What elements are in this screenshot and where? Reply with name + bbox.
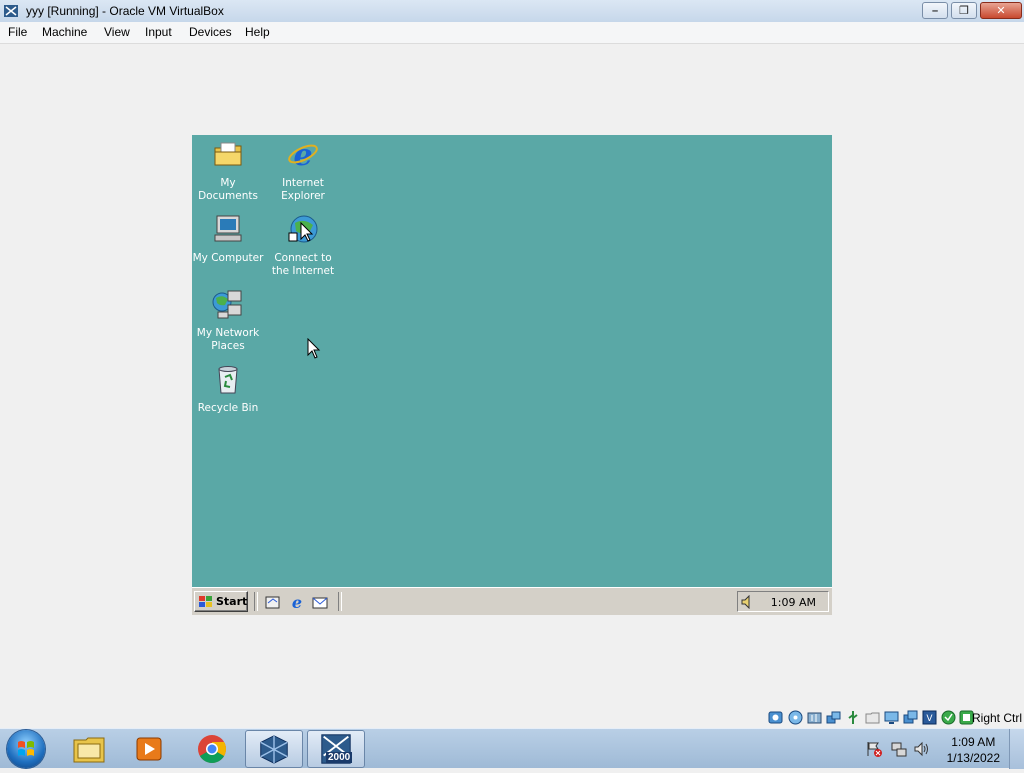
hard-disk-icon[interactable]: [768, 710, 783, 725]
menu-input[interactable]: Input: [145, 25, 172, 39]
chrome-icon: [198, 735, 226, 763]
menu-view[interactable]: View: [104, 25, 130, 39]
guest-screen[interactable]: My Documents e Internet Explorer My Comp…: [192, 135, 832, 615]
guest-clock[interactable]: 1:09 AM: [771, 596, 816, 609]
desktop-icon-connect-internet[interactable]: Connect to the Internet: [266, 213, 340, 278]
menu-bar: File Machine View Input Devices Help: [0, 22, 1024, 44]
desktop-icon-label: My Network Places: [196, 327, 260, 352]
taskbar-separator: [338, 592, 342, 611]
host-clock[interactable]: 1:09 AM 1/13/2022: [947, 734, 1000, 766]
windows-logo-icon: [18, 741, 34, 756]
cpu-icon[interactable]: V: [922, 710, 937, 725]
taskbar-media-player-button[interactable]: [120, 730, 178, 768]
guest-system-tray: 1:09 AM: [737, 591, 829, 612]
network-icon[interactable]: [826, 710, 841, 725]
guest-taskbar: Start e 1:09 AM: [192, 587, 832, 615]
menu-machine[interactable]: Machine: [42, 25, 87, 39]
display-icon[interactable]: [884, 710, 899, 725]
desktop-icon-recycle-bin[interactable]: Recycle Bin: [192, 363, 265, 415]
recycle-bin-icon: [218, 366, 238, 394]
taskbar-separator: [254, 592, 258, 611]
svg-text:e: e: [292, 594, 302, 610]
media-player-icon: [136, 737, 162, 761]
desktop-icon-label: My Computer: [192, 252, 264, 264]
windows-explorer-icon: [73, 737, 105, 763]
close-icon: ✕: [996, 5, 1006, 17]
taskbar-chrome-button[interactable]: [183, 730, 241, 768]
guest-start-button[interactable]: Start: [194, 591, 248, 612]
internet-explorer-icon: e: [288, 138, 318, 173]
volume-tray-icon[interactable]: [914, 741, 930, 757]
svg-text:e: e: [293, 138, 312, 170]
windows-logo-icon: [199, 596, 212, 607]
mouse-pointer-icon: [307, 338, 321, 359]
taskbar-vm-window-button[interactable]: 2000: [307, 730, 365, 768]
internet-explorer-icon[interactable]: e: [289, 594, 305, 610]
svg-text:V: V: [926, 714, 933, 724]
start-label: Start: [216, 595, 248, 608]
network-places-icon: [212, 290, 242, 319]
window-titlebar: yyy [Running] - Oracle VM VirtualBox – ❐…: [0, 0, 1024, 23]
optical-drive-icon[interactable]: [788, 710, 803, 725]
vm-status-bar: V Right Ctrl: [0, 708, 1024, 728]
action-center-flag-icon[interactable]: [866, 741, 882, 757]
minimize-button[interactable]: –: [922, 2, 948, 19]
desktop-icon-label: Recycle Bin: [197, 402, 259, 414]
minimize-icon: –: [931, 4, 939, 17]
usb-icon[interactable]: [846, 710, 861, 725]
my-computer-icon: [214, 215, 242, 242]
host-taskbar: 2000 1:09 AM 1/13/2022: [0, 728, 1024, 769]
taskbar-explorer-button[interactable]: [60, 730, 118, 768]
desktop-icon-my-computer[interactable]: My Computer: [192, 213, 265, 265]
window-title: yyy [Running] - Oracle VM VirtualBox: [26, 4, 224, 18]
host-clock-time: 1:09 AM: [951, 735, 996, 749]
menu-devices[interactable]: Devices: [189, 25, 232, 39]
windows-start-orb[interactable]: [7, 730, 45, 768]
show-desktop-button[interactable]: [1009, 729, 1024, 769]
my-documents-icon: [214, 142, 242, 166]
vm-badge-label: 2000: [326, 752, 353, 763]
host-clock-date: 1/13/2022: [946, 751, 1000, 765]
shared-folders-icon[interactable]: [865, 710, 880, 725]
volume-icon[interactable]: [741, 595, 755, 609]
restore-icon: ❐: [959, 5, 969, 17]
virtualbox-icon: [260, 735, 288, 764]
host-key-label[interactable]: Right Ctrl: [972, 711, 1022, 725]
network-tray-icon[interactable]: [891, 741, 907, 757]
close-button[interactable]: ✕: [980, 2, 1022, 19]
taskbar-virtualbox-button[interactable]: [245, 730, 303, 768]
desktop-icon-network-places[interactable]: My Network Places: [192, 288, 265, 353]
menu-file[interactable]: File: [8, 25, 27, 39]
desktop-icon-label: Internet Explorer: [281, 177, 325, 202]
desktop-icon-my-documents[interactable]: My Documents: [192, 138, 265, 203]
mouse-integration-icon[interactable]: [941, 710, 956, 725]
guest-desktop[interactable]: My Documents e Internet Explorer My Comp…: [192, 135, 832, 587]
video-capture-icon[interactable]: [903, 710, 918, 725]
show-desktop-icon[interactable]: [265, 594, 281, 610]
desktop-icon-internet-explorer[interactable]: e Internet Explorer: [266, 138, 340, 203]
desktop-icon-label: My Documents: [198, 177, 258, 202]
virtualbox-app-icon: [4, 5, 18, 17]
outlook-express-icon[interactable]: [312, 594, 328, 610]
restore-button[interactable]: ❐: [951, 2, 977, 19]
menu-help[interactable]: Help: [245, 25, 270, 39]
audio-icon[interactable]: [807, 710, 822, 725]
desktop-icon-label: Connect to the Internet: [271, 252, 335, 277]
connect-internet-icon: [288, 215, 318, 243]
